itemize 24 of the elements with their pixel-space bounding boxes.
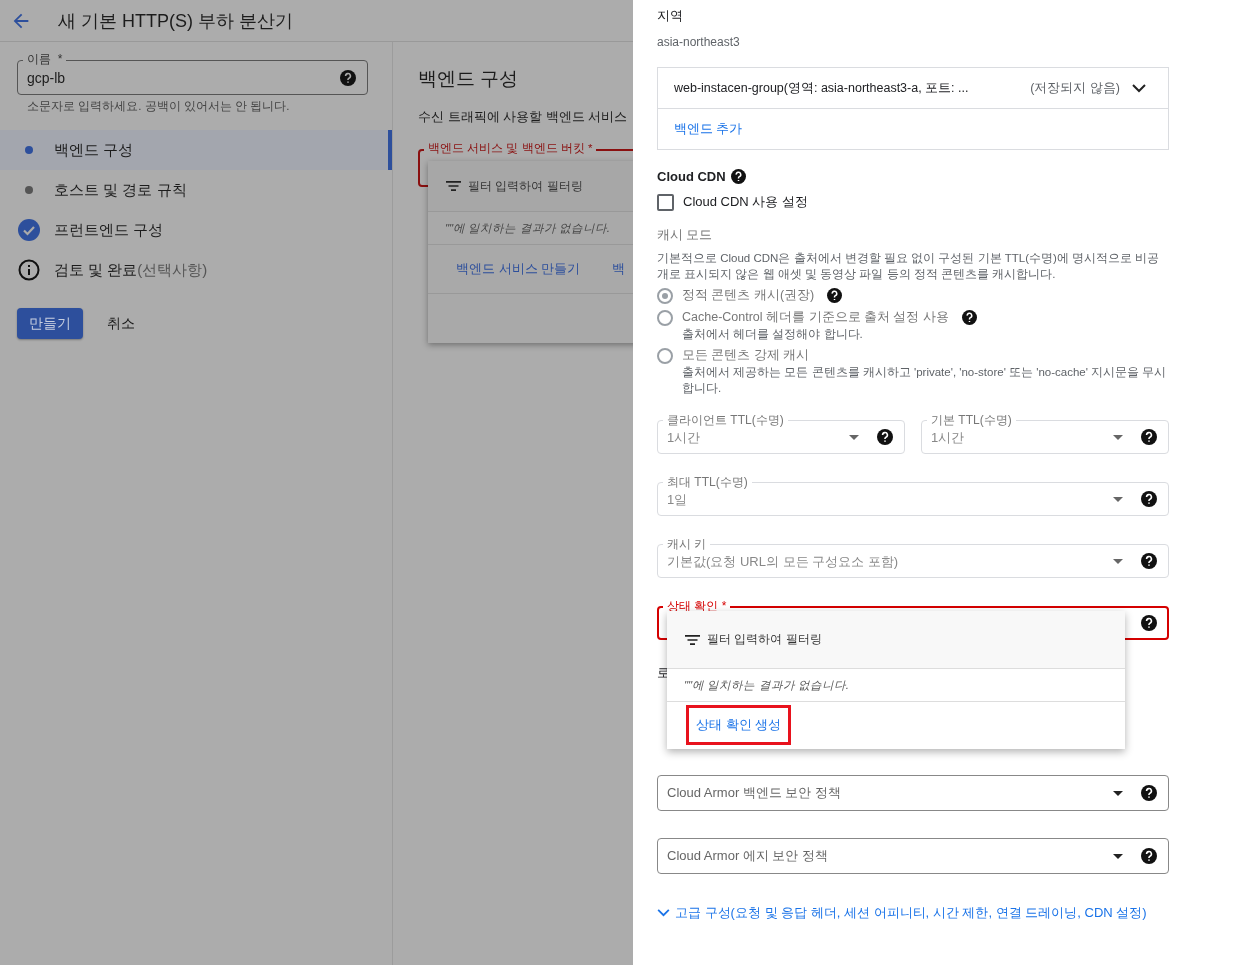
- field-label: 최대 TTL(수명): [663, 474, 752, 490]
- cache-mode-description: 기본적으로 Cloud CDN은 출처에서 변경할 필요 없이 구성된 기본 TTL(수명)에 명시적으로 비공개로 표시되지 않은 웹 애셋 및 동영상 파일 등의 정적 콘텐츠를 캐시합니다.: [657, 251, 1161, 282]
- checkbox-label: Cloud CDN 사용 설정: [683, 193, 808, 211]
- radio-label: 정적 콘텐츠 캐시(권장): [682, 286, 815, 304]
- field-label: 이름 *: [23, 51, 67, 67]
- field-label: 캐시 키: [663, 536, 711, 552]
- no-results-text: ""에 일치하는 결과가 없습니다.: [667, 669, 1125, 702]
- backend-name: web-instacen-group(영역: asia-northeast3-a, 포트: ...: [674, 79, 970, 97]
- cache-mode-label: 캐시 모드: [657, 227, 714, 244]
- page-title: 새 기본 HTTP(S) 부하 분산기: [58, 9, 293, 33]
- region-label: 지역: [657, 7, 684, 25]
- option-hint: 출처에서 제공하는 모든 콘텐츠를 캐시하고 'private', 'no-store' 또는 'no-cache' 지시문을 무시합니다.: [682, 365, 1168, 396]
- section-description: 수신 트래픽에 사용할 백엔드 서비스: [418, 108, 629, 126]
- option-hint: 출처에서 헤더를 설정해야 합니다.: [682, 327, 864, 342]
- field-label: 클라이언트 TTL(수명): [663, 412, 788, 428]
- field-hint: 소문자로 입력하세요. 공백이 있어서는 안 됩니다.: [27, 99, 291, 114]
- field-label: 기본 TTL(수명): [927, 412, 1016, 428]
- backend-status: (저장되지 않음): [1030, 79, 1120, 97]
- radio-label: 모든 콘텐츠 강제 캐시: [682, 346, 810, 364]
- region-value: asia-northeast3: [657, 35, 741, 49]
- field-label: 백엔드 서비스 및 백엔드 버킷 *: [424, 141, 597, 156]
- section-title: Cloud CDN: [657, 169, 726, 184]
- radio-label: Cache-Control 헤더를 기준으로 출처 설정 사용: [682, 308, 949, 326]
- section-heading: 백엔드 구성: [418, 67, 520, 91]
